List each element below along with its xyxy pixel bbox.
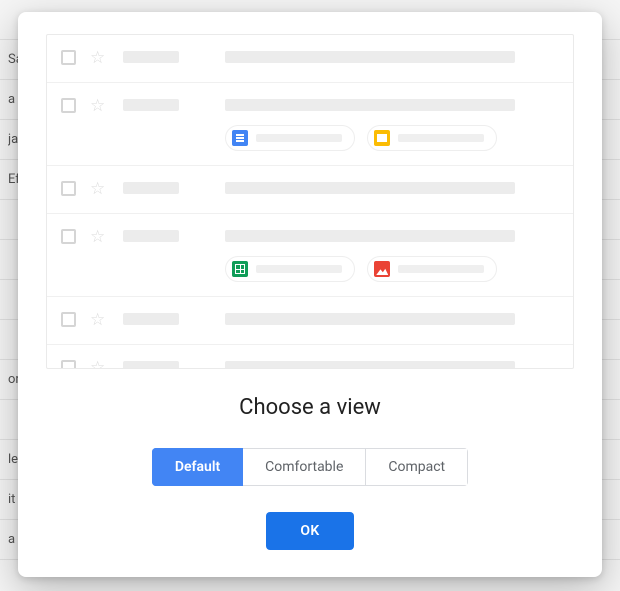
subject-placeholder — [225, 182, 515, 194]
checkbox-icon — [61, 181, 76, 196]
attachment-chip — [367, 125, 497, 151]
image-icon — [374, 261, 390, 277]
subject-placeholder — [225, 230, 515, 242]
sender-placeholder — [123, 361, 179, 369]
sender-placeholder — [123, 313, 179, 325]
checkbox-icon — [61, 50, 76, 65]
sender-placeholder — [123, 51, 179, 63]
subject-placeholder — [225, 361, 515, 369]
star-icon: ☆ — [90, 358, 105, 369]
slides-icon — [374, 130, 390, 146]
attachment-chip — [225, 256, 355, 282]
preview-row: ☆ — [47, 345, 573, 369]
star-icon: ☆ — [90, 96, 105, 116]
checkbox-icon — [61, 312, 76, 327]
preview-row: ☆ — [47, 297, 573, 345]
view-option-comfortable[interactable]: Comfortable — [243, 448, 366, 486]
choose-view-dialog: ☆ ☆ ☆ ☆ ☆ ☆ Choose a view DefaultComfortableC… — [18, 12, 602, 577]
view-options: DefaultComfortableCompact — [18, 448, 602, 486]
subject-placeholder — [225, 99, 515, 111]
preview-row: ☆ — [47, 166, 573, 214]
attachment-chip — [225, 125, 355, 151]
docs-icon — [232, 130, 248, 146]
checkbox-icon — [61, 98, 76, 113]
preview-row: ☆ — [47, 35, 573, 83]
star-icon: ☆ — [90, 179, 105, 199]
preview-row: ☆ — [47, 83, 573, 166]
ok-button[interactable]: OK — [266, 512, 353, 550]
view-option-compact[interactable]: Compact — [366, 448, 468, 486]
star-icon: ☆ — [90, 48, 105, 68]
sender-placeholder — [123, 99, 179, 111]
view-option-default[interactable]: Default — [152, 448, 243, 486]
sheets-icon — [232, 261, 248, 277]
sender-placeholder — [123, 182, 179, 194]
view-options-group: DefaultComfortableCompact — [152, 448, 468, 486]
sender-placeholder — [123, 230, 179, 242]
subject-placeholder — [225, 313, 515, 325]
preview-row: ☆ — [47, 214, 573, 297]
star-icon: ☆ — [90, 310, 105, 330]
subject-placeholder — [225, 51, 515, 63]
checkbox-icon — [61, 229, 76, 244]
star-icon: ☆ — [90, 227, 105, 247]
checkbox-icon — [61, 360, 76, 369]
dialog-title: Choose a view — [18, 395, 602, 420]
attachment-chip — [367, 256, 497, 282]
density-preview: ☆ ☆ ☆ ☆ ☆ ☆ — [46, 34, 574, 369]
